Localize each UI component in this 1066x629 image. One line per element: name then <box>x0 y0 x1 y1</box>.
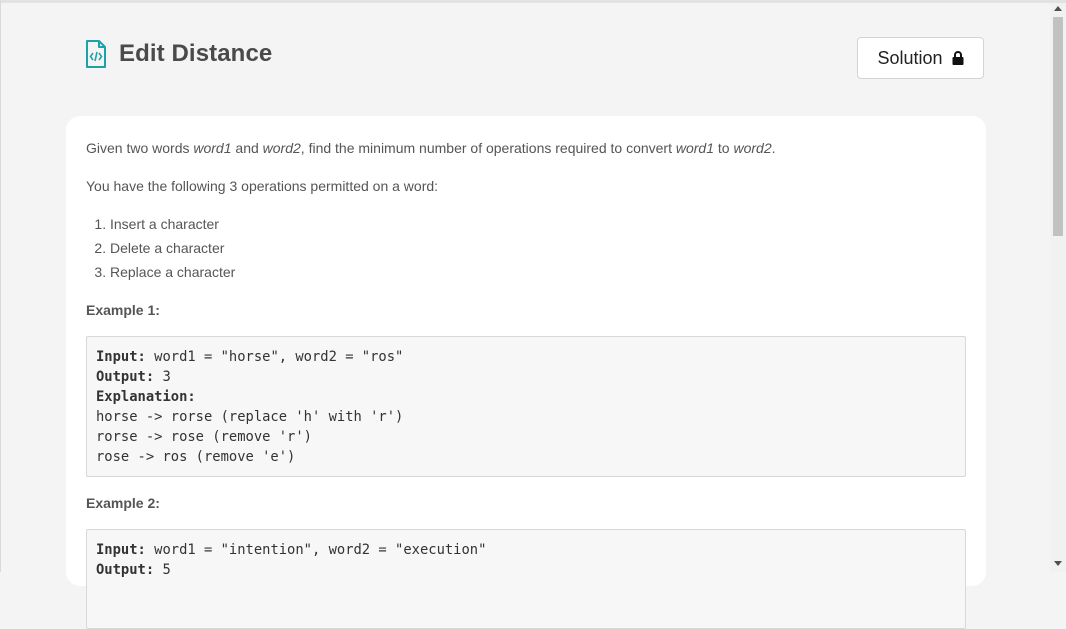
page-title: Edit Distance <box>119 40 273 67</box>
scroll-down-arrow-icon[interactable] <box>1054 561 1062 566</box>
operations-intro: You have the following 3 operations perm… <box>86 178 439 194</box>
scrollbar-thumb[interactable] <box>1053 17 1063 236</box>
example-1-code: Input: word1 = "horse", word2 = "ros" Ou… <box>86 336 966 477</box>
left-border <box>0 0 1 572</box>
code-file-icon <box>86 40 106 68</box>
list-item: Delete a character <box>110 236 235 260</box>
problem-description: Given two words word1 and word2, find th… <box>86 140 776 156</box>
solution-button-label: Solution <box>877 47 943 68</box>
list-item: Insert a character <box>110 212 235 236</box>
page-header: Edit Distance <box>85 40 272 68</box>
example-2-label: Example 2: <box>86 495 160 511</box>
example-1-label: Example 1: <box>86 302 160 318</box>
scroll-up-arrow-icon[interactable] <box>1054 6 1062 11</box>
example-2-code: Input: word1 = "intention", word2 = "exe… <box>86 529 966 629</box>
top-border <box>0 0 1066 3</box>
operations-list: Insert a character Delete a character Re… <box>86 212 235 284</box>
problem-card: Given two words word1 and word2, find th… <box>66 116 986 629</box>
solution-button[interactable]: Solution <box>857 37 984 79</box>
list-item: Replace a character <box>110 260 235 284</box>
lock-icon <box>952 51 964 65</box>
